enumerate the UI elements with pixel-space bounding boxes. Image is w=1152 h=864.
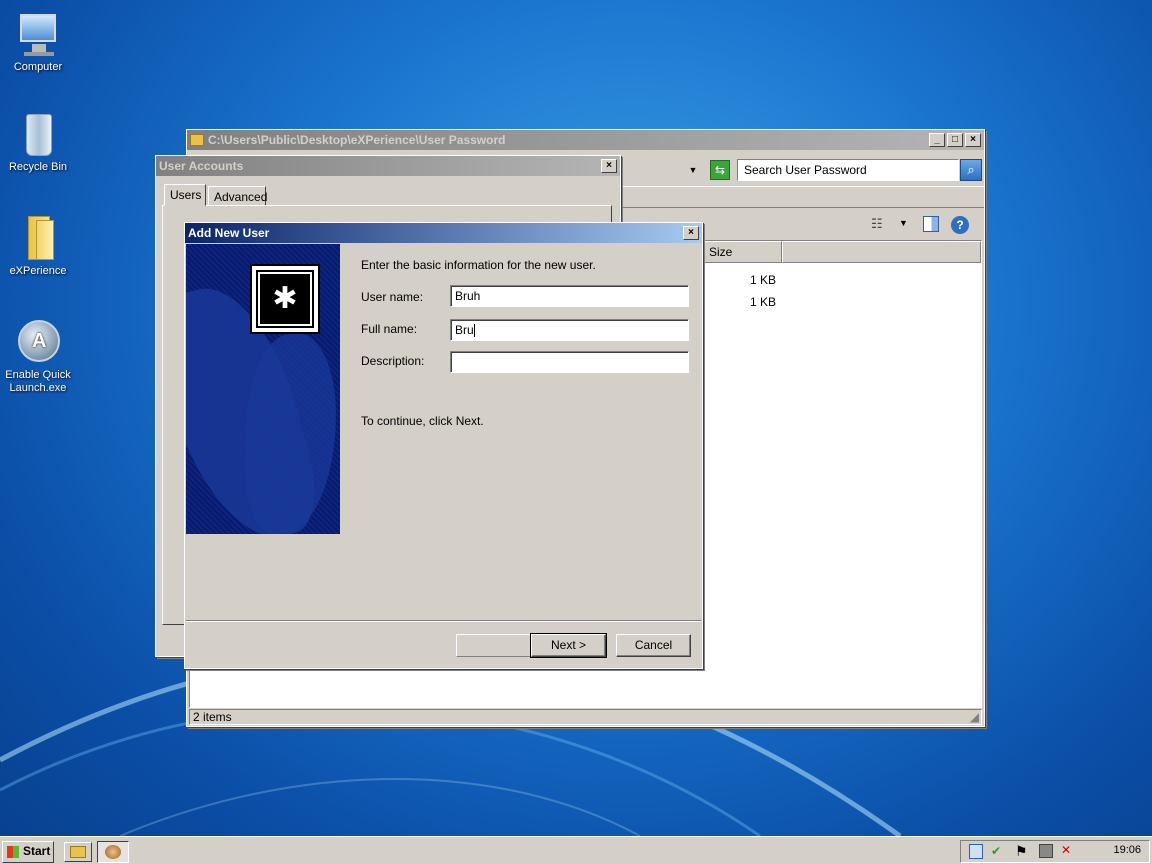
taskbar: Start ✔ ⚑ ✕ 19:06: [0, 836, 1152, 864]
search-icon[interactable]: ⌕: [960, 159, 982, 181]
volume-muted-icon[interactable]: ✕: [1061, 843, 1071, 857]
file-row-size: 1 KB: [749, 273, 776, 287]
folder-icon: [190, 134, 204, 146]
tab-advanced[interactable]: Advanced: [208, 186, 267, 206]
refresh-icon[interactable]: ⇆: [710, 160, 730, 180]
system-tray: ✔ ⚑ ✕ 19:06: [960, 840, 1150, 863]
network-error-icon[interactable]: [1039, 844, 1053, 858]
file-row-size: 1 KB: [749, 295, 776, 309]
user-accounts-title: User Accounts: [159, 159, 244, 173]
next-button[interactable]: Next >: [530, 633, 607, 658]
user-name-label: User name:: [361, 290, 424, 304]
resize-grip-icon[interactable]: ◢: [970, 710, 979, 724]
security-check-icon[interactable]: ✔: [991, 844, 1001, 858]
user-key-icon: ✱: [250, 264, 320, 334]
minimize-button[interactable]: _: [929, 133, 945, 147]
cancel-button[interactable]: Cancel: [616, 634, 691, 657]
flag-icon[interactable]: ⚑: [1015, 843, 1028, 860]
desktop-icon-label: Launch.exe: [9, 382, 67, 394]
folder-icon: [14, 214, 62, 262]
close-button[interactable]: ×: [601, 159, 617, 173]
network-icon[interactable]: [969, 844, 983, 859]
clock[interactable]: 19:06: [1113, 844, 1141, 856]
user-name-input[interactable]: Bruh: [450, 285, 689, 307]
maximize-button[interactable]: □: [947, 133, 963, 147]
close-button[interactable]: ×: [965, 133, 981, 147]
help-icon[interactable]: ?: [951, 216, 969, 234]
computer-icon: [14, 10, 62, 58]
taskbar-user-accounts-button[interactable]: [97, 841, 129, 863]
desktop-icon-label: Recycle Bin: [8, 161, 68, 173]
full-name-label: Full name:: [361, 322, 418, 336]
wizard-banner-image: ✱: [186, 244, 340, 534]
continue-text: To continue, click Next.: [361, 414, 484, 428]
status-text: 2 items: [193, 710, 232, 724]
desktop-icon-label: eXPerience: [9, 265, 67, 277]
windows-logo-icon: [7, 846, 19, 858]
button-separator: [186, 620, 701, 622]
description-label: Description:: [361, 354, 425, 368]
back-button-placeholder: [456, 634, 534, 657]
explorer-title: C:\Users\Public\Desktop\eXPerience\User …: [208, 133, 506, 147]
app-icon: A: [14, 318, 62, 366]
views-dropdown[interactable]: ▼: [899, 218, 908, 228]
start-button[interactable]: Start: [2, 841, 54, 863]
column-header-blank: [782, 241, 981, 263]
desktop-icon-enable-quick-launch[interactable]: A Enable Quick Launch.exe: [0, 318, 76, 395]
views-icon[interactable]: ☷: [871, 216, 889, 232]
text-cursor: [473, 324, 475, 338]
tab-users[interactable]: Users: [164, 184, 206, 206]
recycle-bin-icon: [14, 110, 62, 158]
preview-pane-icon[interactable]: [923, 216, 939, 232]
status-bar: 2 items ◢: [189, 709, 982, 725]
add-new-user-dialog: Add New User × ✱ Enter the basic informa…: [184, 222, 703, 669]
desktop-icon-label: Enable Quick: [5, 369, 71, 381]
explorer-title-bar[interactable]: C:\Users\Public\Desktop\eXPerience\User …: [187, 130, 984, 150]
address-bar-dropdown[interactable]: ▼: [683, 162, 703, 178]
search-placeholder: Search User Password: [744, 163, 867, 177]
full-name-input[interactable]: Bru: [450, 319, 689, 341]
dialog-title: Add New User: [188, 226, 270, 240]
quick-launch-explorer-icon[interactable]: [64, 842, 92, 862]
column-header-size[interactable]: Size: [704, 241, 782, 263]
add-new-user-title-bar[interactable]: Add New User ×: [185, 223, 702, 243]
desktop-icon-computer[interactable]: Computer: [0, 10, 76, 74]
description-input[interactable]: [450, 351, 689, 373]
desktop-icon-label: Computer: [13, 61, 63, 73]
users-icon: [105, 845, 121, 859]
close-button[interactable]: ×: [683, 226, 699, 240]
desktop-icon-experience[interactable]: eXPerience: [0, 214, 76, 278]
user-accounts-title-bar[interactable]: User Accounts ×: [156, 156, 620, 176]
search-input[interactable]: Search User Password: [737, 159, 959, 181]
intro-text: Enter the basic information for the new …: [361, 258, 596, 272]
desktop-icon-recycle-bin[interactable]: Recycle Bin: [0, 110, 76, 174]
